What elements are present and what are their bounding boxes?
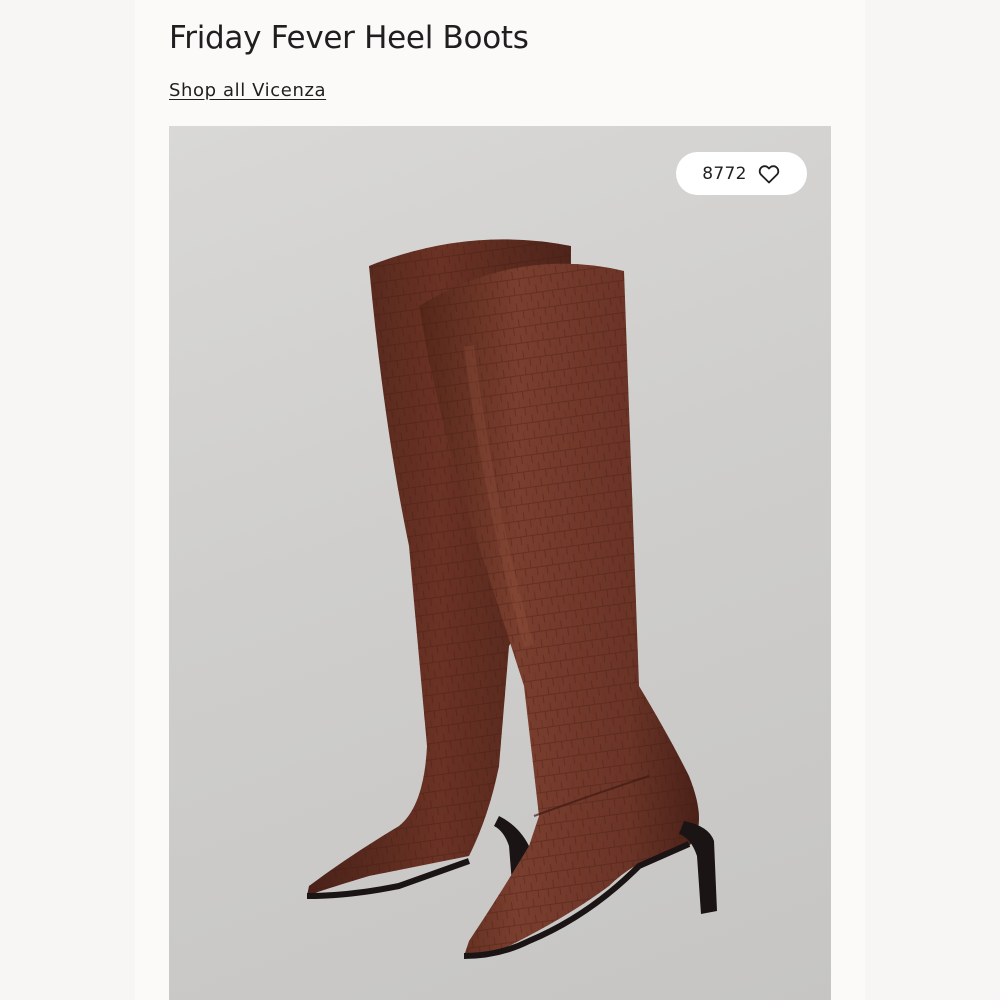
product-image[interactable] (169, 126, 831, 1000)
heart-icon (758, 164, 779, 183)
like-count: 8772 (702, 163, 747, 184)
product-title: Friday Fever Heel Boots (169, 20, 529, 56)
boots-illustration (306, 239, 717, 959)
shop-all-brand-link[interactable]: Shop all Vicenza (169, 80, 326, 101)
like-button[interactable]: 8772 (676, 152, 807, 195)
product-page: Friday Fever Heel Boots Shop all Vicenza (0, 0, 1000, 1000)
